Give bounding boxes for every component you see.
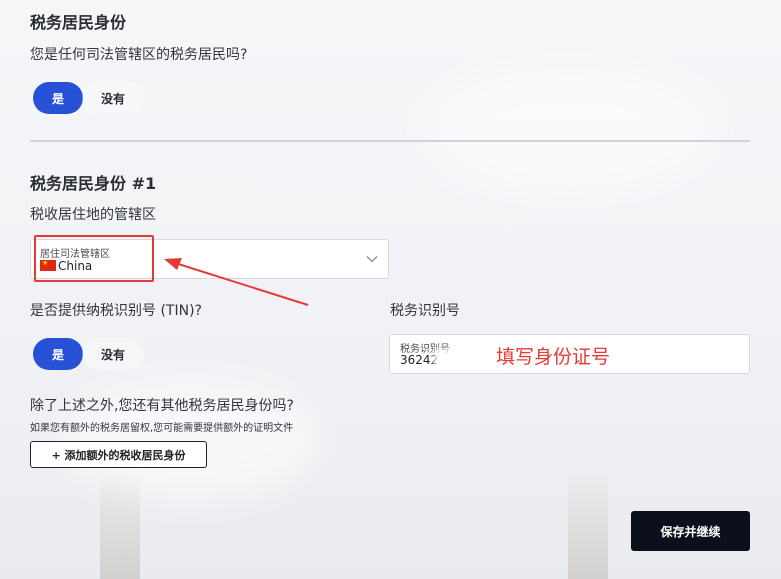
save-and-continue-button[interactable]: 保存并继续 [631,511,750,551]
redaction-blur [434,349,504,369]
background-building [100,470,140,579]
annotation-text: 填写身份证号 [496,346,611,368]
tin-input-value: 36242 [400,353,439,367]
tax-resident-yes-button[interactable]: 是 [33,82,83,114]
add-tax-residency-button[interactable]: + 添加额外的税收居民身份 [30,441,207,468]
section-title-tax-residency-1: 税务居民身份 #1 [30,174,157,193]
background-building [568,470,608,579]
section-title-tax-residency: 税务居民身份 [30,13,127,32]
chevron-down-icon [366,256,378,263]
tax-resident-question: 您是任何司法管辖区的税务居民吗? [30,47,248,63]
background-cloud [420,60,720,200]
annotation-highlight-box [34,235,154,282]
jurisdiction-heading: 税收居住地的管辖区 [30,207,156,223]
tin-heading: 税务识别号 [390,303,460,319]
tin-no-button[interactable]: 没有 [82,338,144,370]
other-residency-question: 除了上述之外,您还有其他税务居民身份吗? [30,398,294,414]
other-residency-note: 如果您有额外的税务居留权,您可能需要提供额外的证明文件 [30,423,294,434]
tax-resident-no-button[interactable]: 没有 [82,82,144,114]
annotation-arrow-icon [164,258,309,306]
tin-yes-button[interactable]: 是 [33,338,83,370]
section-divider [30,140,750,142]
